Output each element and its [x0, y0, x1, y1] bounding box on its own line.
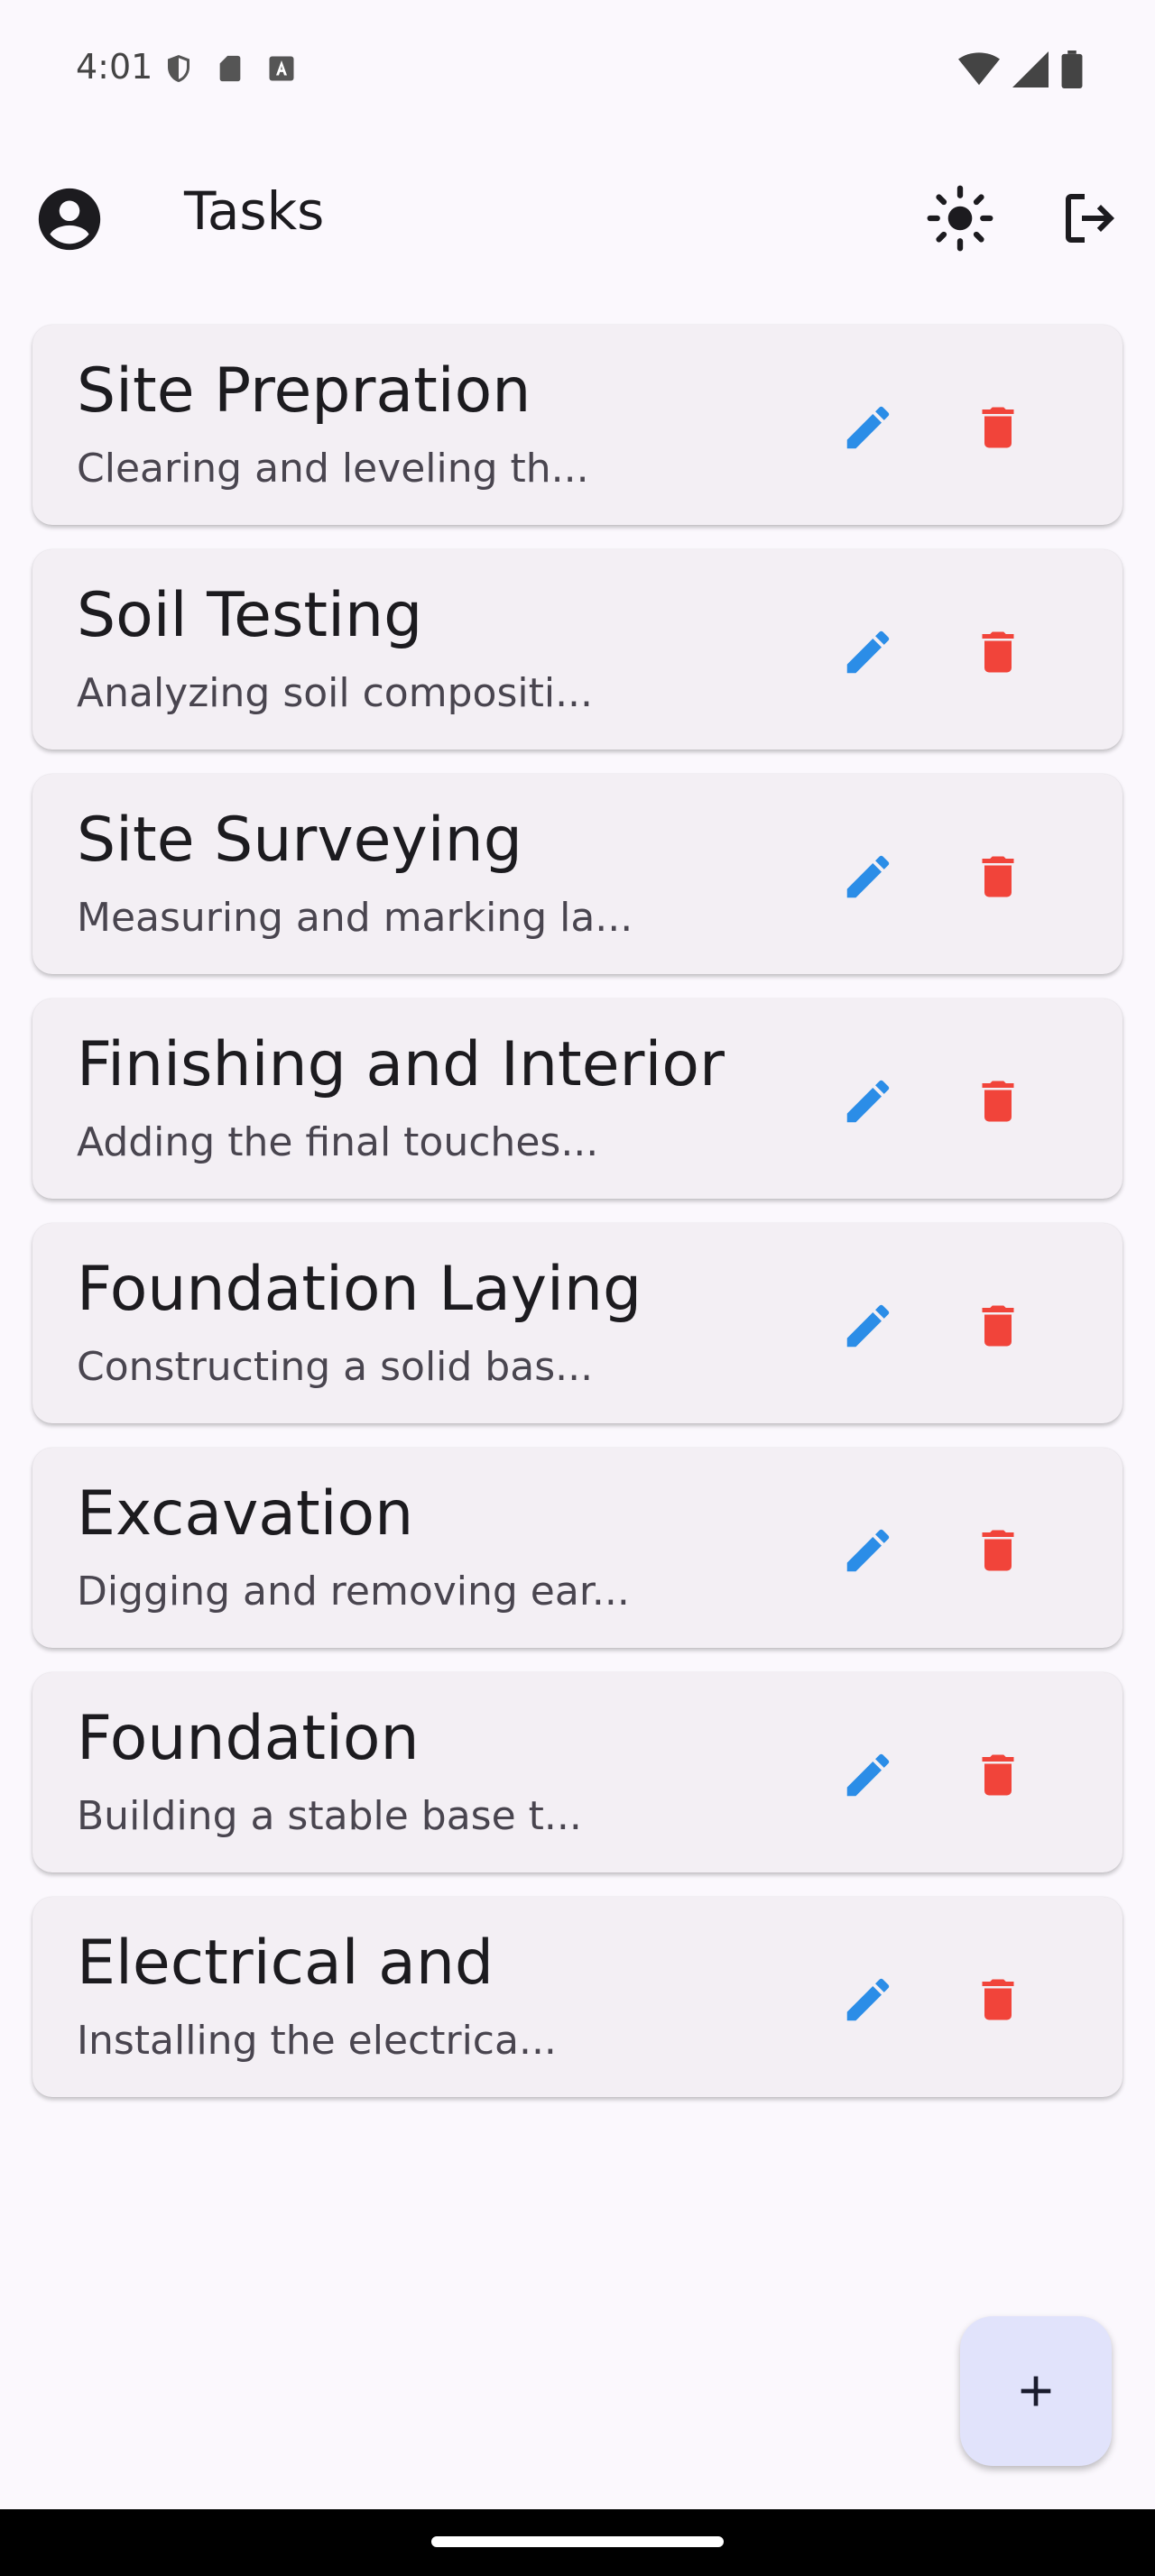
delete-task-button[interactable] [962, 1065, 1034, 1137]
task-card[interactable]: Electrical and Installing the electrica.… [32, 1897, 1123, 2097]
delete-task-button[interactable] [962, 1514, 1034, 1587]
edit-pencil-icon [846, 1529, 890, 1572]
task-title: Foundation [77, 1703, 420, 1774]
trash-icon [982, 1754, 1014, 1796]
account-circle-icon [38, 188, 101, 251]
task-card[interactable]: Soil Testing Analyzing soil compositi... [32, 549, 1123, 750]
edit-task-button[interactable] [832, 1065, 904, 1137]
task-title: Foundation Laying [77, 1254, 642, 1325]
task-card[interactable]: Site Prepration Clearing and leveling th… [32, 325, 1123, 525]
edit-pencil-icon [846, 1304, 890, 1348]
task-description: Adding the final touches... [77, 1119, 599, 1165]
edit-task-button[interactable] [832, 391, 904, 464]
task-description: Analyzing soil compositi... [77, 670, 594, 716]
edit-task-button[interactable] [832, 1964, 904, 2036]
delete-task-button[interactable] [962, 1739, 1034, 1811]
trash-icon [982, 1530, 1014, 1571]
task-card[interactable]: Finishing and Interior Adding the final … [32, 998, 1123, 1199]
add-task-button[interactable] [960, 2316, 1112, 2466]
task-title: Site Prepration [77, 355, 531, 427]
task-title: Excavation [77, 1478, 414, 1550]
status-bar: 4:01 [0, 0, 1155, 135]
task-card[interactable]: Excavation Digging and removing ear... [32, 1448, 1123, 1648]
task-card[interactable]: Foundation Building a stable base t... [32, 1672, 1123, 1872]
status-icons-left [162, 51, 298, 87]
task-description: Installing the electrica... [77, 2018, 557, 2064]
logout-button[interactable] [1058, 186, 1123, 251]
trash-icon [982, 631, 1014, 673]
trash-icon [982, 1979, 1014, 2020]
task-title: Soil Testing [77, 580, 423, 651]
font-a-icon [269, 56, 294, 81]
edit-task-button[interactable] [832, 616, 904, 688]
app-bar: Tasks [0, 153, 1155, 280]
battery-icon [1061, 51, 1083, 88]
task-description: Measuring and marking la... [77, 895, 633, 941]
task-description: Building a stable base t... [77, 1793, 582, 1839]
edit-task-button[interactable] [832, 841, 904, 913]
logout-icon [1066, 194, 1114, 243]
status-time: 4:01 [76, 47, 153, 87]
task-card[interactable]: Site Surveying Measuring and marking la.… [32, 774, 1123, 974]
shield-icon [168, 55, 189, 82]
status-icons-right [958, 51, 1083, 88]
edit-task-button[interactable] [832, 1290, 904, 1362]
sd-card-icon [219, 55, 241, 82]
trash-icon [982, 407, 1014, 448]
system-nav-bar [0, 2509, 1155, 2576]
trash-icon [982, 1081, 1014, 1122]
account-button[interactable] [32, 182, 106, 256]
edit-pencil-icon [846, 406, 890, 449]
trash-icon [982, 856, 1014, 897]
task-description: Constructing a solid bas... [77, 1344, 594, 1390]
delete-task-button[interactable] [962, 1290, 1034, 1362]
delete-task-button[interactable] [962, 616, 1034, 688]
add-icon [1021, 2376, 1051, 2406]
task-list: Site Prepration Clearing and leveling th… [32, 325, 1123, 2121]
light-mode-icon [927, 185, 993, 252]
edit-pencil-icon [846, 630, 890, 674]
home-gesture-handle[interactable] [431, 2536, 724, 2547]
page-title: Tasks [184, 180, 325, 242]
edit-pencil-icon [846, 855, 890, 898]
delete-task-button[interactable] [962, 391, 1034, 464]
theme-toggle-button[interactable] [926, 184, 994, 253]
trash-icon [982, 1305, 1014, 1347]
task-description: Digging and removing ear... [77, 1569, 630, 1615]
delete-task-button[interactable] [962, 841, 1034, 913]
edit-pencil-icon [846, 1978, 890, 2021]
task-title: Electrical and [77, 1927, 494, 1999]
edit-task-button[interactable] [832, 1739, 904, 1811]
task-title: Site Surveying [77, 805, 522, 876]
edit-pencil-icon [846, 1753, 890, 1797]
edit-task-button[interactable] [832, 1514, 904, 1587]
signal-icon [1012, 51, 1049, 87]
task-description: Clearing and leveling th... [77, 446, 589, 492]
delete-task-button[interactable] [962, 1964, 1034, 2036]
task-title: Finishing and Interior [77, 1029, 725, 1100]
edit-pencil-icon [846, 1080, 890, 1123]
task-card[interactable]: Foundation Laying Constructing a solid b… [32, 1223, 1123, 1423]
wifi-icon [958, 52, 1000, 86]
